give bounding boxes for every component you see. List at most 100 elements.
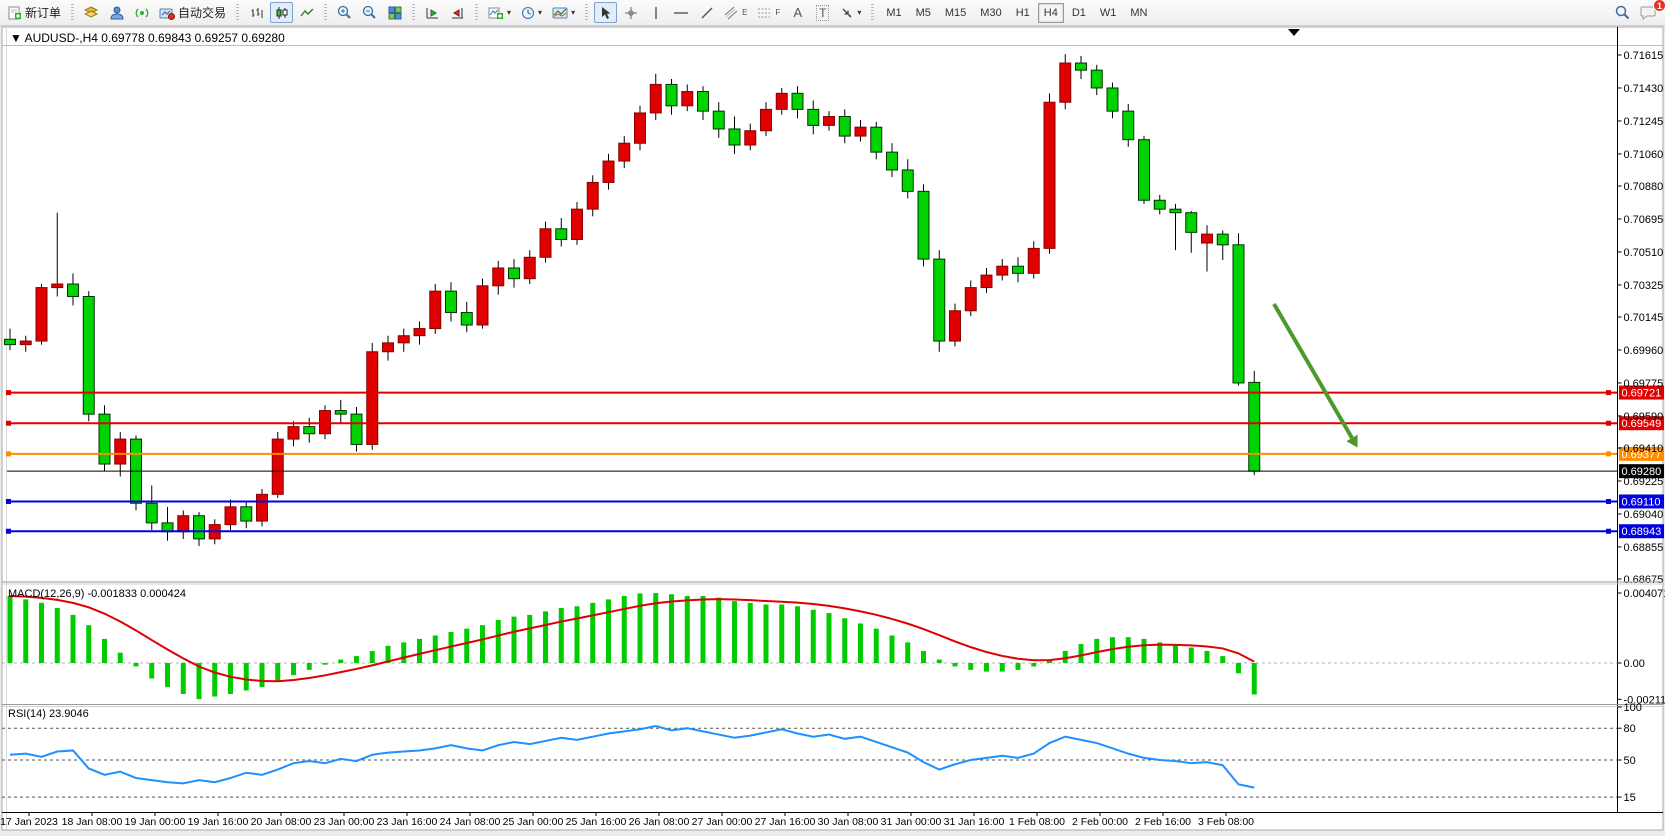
svg-text:0.68943: 0.68943 <box>1622 526 1662 538</box>
tf-d1-button[interactable]: D1 <box>1066 3 1092 23</box>
cursor-icon <box>599 6 612 20</box>
svg-text:27 Jan 16:00: 27 Jan 16:00 <box>755 816 816 828</box>
templates-button[interactable]: ▾ <box>548 2 579 23</box>
toolbar-grip <box>584 4 589 22</box>
svg-text:0.71245: 0.71245 <box>1624 116 1664 128</box>
svg-text:23 Jan 00:00: 23 Jan 00:00 <box>314 816 375 828</box>
zoom-in-button[interactable] <box>333 2 356 23</box>
vertical-line-tool-button[interactable] <box>644 2 667 23</box>
svg-text:23 Jan 16:00: 23 Jan 16:00 <box>377 816 438 828</box>
channel-tool-button[interactable]: E <box>720 2 751 23</box>
auto-scroll-icon <box>425 6 440 20</box>
signal-icon <box>135 6 149 20</box>
chart-title: ▼ AUDUSD-,H4 0.69778 0.69843 0.69257 0.6… <box>10 31 285 45</box>
channel-tool-label: E <box>742 8 747 17</box>
text-tool-label: A <box>793 5 802 20</box>
svg-text:50: 50 <box>1624 755 1636 767</box>
svg-text:17 Jan 2023: 17 Jan 2023 <box>0 816 58 828</box>
svg-text:31 Jan 00:00: 31 Jan 00:00 <box>881 816 942 828</box>
new-order-button[interactable]: 新订单 <box>4 2 65 23</box>
svg-text:26 Jan 08:00: 26 Jan 08:00 <box>629 816 690 828</box>
svg-text:0.71060: 0.71060 <box>1624 149 1664 161</box>
svg-text:2 Feb 00:00: 2 Feb 00:00 <box>1072 816 1128 828</box>
crosshair-tool-button[interactable] <box>619 2 642 23</box>
tf-h1-button[interactable]: H1 <box>1010 3 1036 23</box>
auto-trading-label: 自动交易 <box>178 4 226 21</box>
tf-m15-button[interactable]: M15 <box>939 3 972 23</box>
clock-icon <box>521 6 535 20</box>
svg-text:19 Jan 00:00: 19 Jan 00:00 <box>125 816 186 828</box>
new-order-icon <box>8 6 22 20</box>
community-button[interactable] <box>105 2 128 23</box>
tf-h4-button[interactable]: H4 <box>1038 3 1064 23</box>
svg-text:80: 80 <box>1624 723 1636 735</box>
svg-text:0.69040: 0.69040 <box>1624 509 1664 521</box>
svg-text:0.69225: 0.69225 <box>1624 476 1664 488</box>
label-tool-button[interactable]: T <box>811 2 834 23</box>
svg-text:0.70145: 0.70145 <box>1624 312 1664 324</box>
svg-text:18 Jan 08:00: 18 Jan 08:00 <box>62 816 123 828</box>
svg-text:19 Jan 16:00: 19 Jan 16:00 <box>188 816 249 828</box>
svg-text:27 Jan 00:00: 27 Jan 00:00 <box>692 816 753 828</box>
svg-text:20 Jan 08:00: 20 Jan 08:00 <box>251 816 312 828</box>
zoom-out-button[interactable] <box>358 2 381 23</box>
svg-text:0.69775: 0.69775 <box>1624 378 1664 390</box>
auto-trading-icon <box>159 6 175 20</box>
toolbar-grip <box>870 4 875 22</box>
chart-symbol-period: ▼ <box>10 31 25 45</box>
layers-icon <box>84 6 99 20</box>
template-icon <box>552 6 568 20</box>
dropdown-caret-icon: ▾ <box>571 8 575 17</box>
horizontal-line-tool-button[interactable] <box>669 2 693 23</box>
svg-text:0.70325: 0.70325 <box>1624 280 1664 292</box>
svg-text:0.71430: 0.71430 <box>1624 83 1664 95</box>
macd-indicator-label: MACD(12,26,9) -0.001833 0.000424 <box>8 588 186 600</box>
toolbar-grip <box>235 4 240 22</box>
svg-text:0.70510: 0.70510 <box>1624 247 1664 259</box>
crosshair-icon <box>624 6 638 20</box>
svg-text:0.69110: 0.69110 <box>1622 496 1661 508</box>
svg-text:0.69410: 0.69410 <box>1624 443 1664 455</box>
dropdown-caret-icon: ▾ <box>538 8 542 17</box>
notifications-button[interactable]: 1 <box>1636 2 1661 23</box>
tf-m30-button[interactable]: M30 <box>974 3 1007 23</box>
tf-mn-button[interactable]: MN <box>1124 3 1153 23</box>
new-order-label: 新订单 <box>25 4 61 21</box>
auto-trading-button[interactable]: 自动交易 <box>155 2 230 23</box>
tf-m1-button[interactable]: M1 <box>880 3 907 23</box>
candlestick-chart-button[interactable] <box>270 2 293 23</box>
chart-canvas[interactable]: 0.697210.695490.693770.691100.689430.692… <box>0 0 1665 836</box>
channel-icon <box>724 6 739 20</box>
svg-text:2 Feb 16:00: 2 Feb 16:00 <box>1135 816 1191 828</box>
arrows-tool-button[interactable]: ▾ <box>836 2 865 23</box>
fibonacci-tool-button[interactable]: F <box>753 2 784 23</box>
candlestick-icon <box>275 6 289 20</box>
trendline-tool-button[interactable] <box>695 2 718 23</box>
market-watch-button[interactable] <box>80 2 103 23</box>
cursor-tool-button[interactable] <box>594 2 617 23</box>
svg-text:30 Jan 08:00: 30 Jan 08:00 <box>818 816 879 828</box>
dropdown-caret-icon: ▾ <box>857 8 861 17</box>
line-chart-icon <box>300 6 314 20</box>
chart-shift-button[interactable] <box>446 2 469 23</box>
tile-windows-button[interactable] <box>383 2 406 23</box>
search-icon <box>1615 5 1630 20</box>
search-button[interactable] <box>1611 2 1634 23</box>
svg-text:0.69590: 0.69590 <box>1624 411 1664 423</box>
svg-text:25 Jan 00:00: 25 Jan 00:00 <box>503 816 564 828</box>
svg-text:0.71615: 0.71615 <box>1624 50 1664 62</box>
signals-button[interactable] <box>130 2 153 23</box>
toolbar-grip <box>411 4 416 22</box>
indicators-button[interactable]: ▾ <box>484 2 515 23</box>
auto-scroll-button[interactable] <box>421 2 444 23</box>
periods-button[interactable]: ▾ <box>517 2 546 23</box>
bar-chart-button[interactable] <box>245 2 268 23</box>
text-tool-button[interactable]: A <box>786 2 809 23</box>
tf-w1-button[interactable]: W1 <box>1094 3 1123 23</box>
dropdown-caret-icon: ▾ <box>507 8 511 17</box>
line-chart-button[interactable] <box>295 2 318 23</box>
tile-windows-icon <box>388 6 402 20</box>
toolbar-grip <box>70 4 75 22</box>
horizontal-line-icon <box>673 6 689 20</box>
tf-m5-button[interactable]: M5 <box>910 3 937 23</box>
